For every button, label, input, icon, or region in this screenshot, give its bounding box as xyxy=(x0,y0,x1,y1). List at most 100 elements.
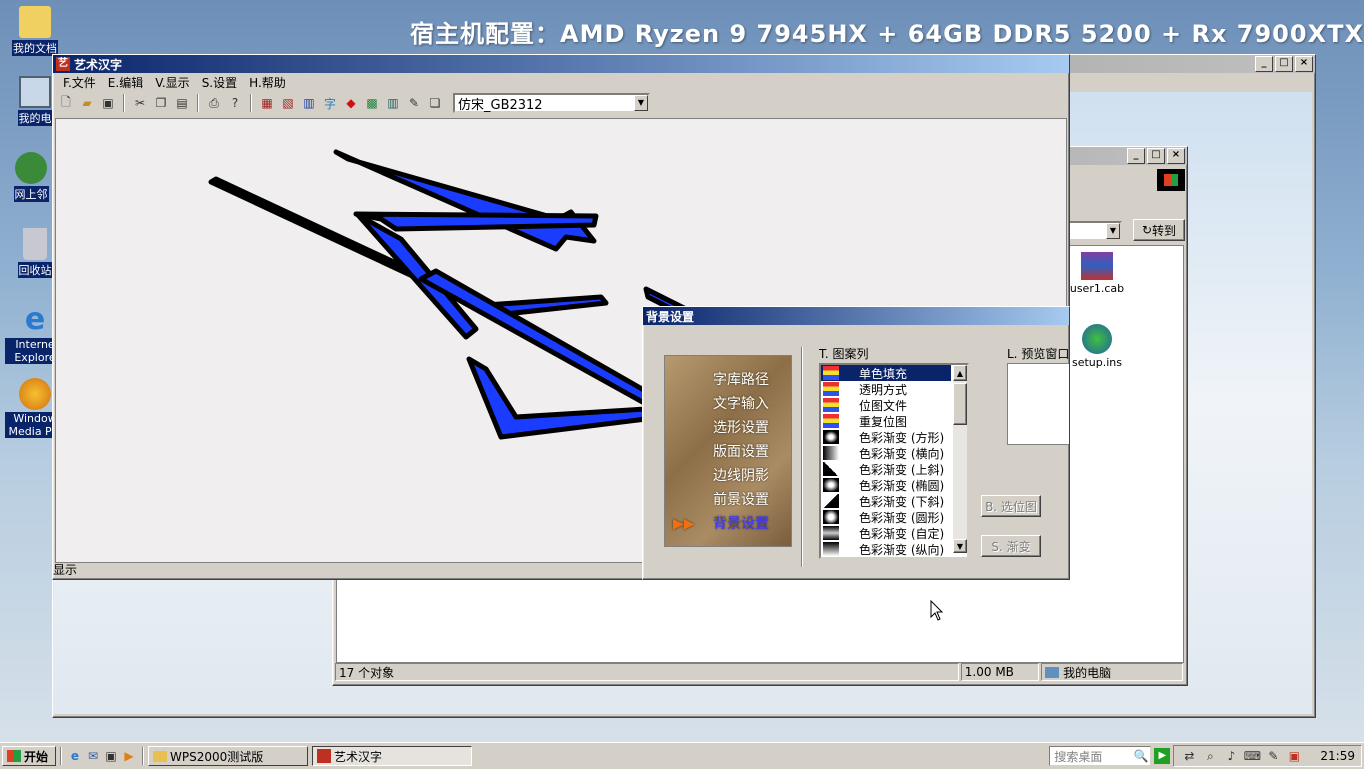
desktop-search-input[interactable]: 搜索桌面 🔍 xyxy=(1049,746,1152,766)
app-titlebar: 艺 艺术汉字 xyxy=(53,55,1069,73)
grid-icon[interactable]: ▩ xyxy=(363,94,381,112)
gradient-button[interactable]: S. 渐变 xyxy=(981,535,1041,557)
desktop-icon-my-documents[interactable]: 我的文档 xyxy=(5,6,65,56)
gradient-circle-icon xyxy=(823,510,839,524)
desktop-quicklaunch-icon[interactable]: ▣ xyxy=(102,747,120,765)
pattern-item[interactable]: 色彩渐变 (横向) xyxy=(821,445,951,461)
preview-window xyxy=(1007,363,1069,445)
pattern-item[interactable]: 色彩渐变 (方形) xyxy=(821,429,951,445)
pattern-item[interactable]: 位图文件 xyxy=(821,397,951,413)
go-button[interactable]: ↻ 转到 xyxy=(1133,219,1185,241)
folder-icon xyxy=(19,6,51,38)
pattern-item[interactable]: 单色填充 xyxy=(821,365,951,381)
pattern-swatch-icon xyxy=(823,382,839,396)
pattern-item[interactable]: 色彩渐变 (上斜) xyxy=(821,461,951,477)
gradient-ellipse-icon xyxy=(823,478,839,492)
explorer-statusbar: 17 个对象 1.00 MB 我的电脑 xyxy=(335,663,1183,681)
outlook-quicklaunch-icon[interactable]: ✉ xyxy=(84,747,102,765)
print-icon[interactable]: ⎙ xyxy=(205,94,223,112)
gradient-down-diagonal-icon xyxy=(823,494,839,508)
setup-icon xyxy=(1082,324,1112,354)
pattern-swatch-icon xyxy=(823,414,839,428)
keyboard-icon[interactable]: ⌨ xyxy=(1243,747,1261,765)
pattern-item[interactable]: 色彩渐变 (下斜) xyxy=(821,493,951,509)
minimize-icon[interactable]: _ xyxy=(1255,56,1273,72)
scroll-up-icon[interactable]: ▲ xyxy=(953,365,967,381)
nav-text-input[interactable]: 文字输入 xyxy=(665,392,791,416)
columns-icon[interactable]: ▥ xyxy=(300,94,318,112)
volume-icon[interactable]: ♪ xyxy=(1222,747,1240,765)
app-statusbar: 显示 xyxy=(53,562,78,577)
pattern-item[interactable]: 色彩渐变 (自定) xyxy=(821,525,951,541)
nav-layout-settings[interactable]: 版面设置 xyxy=(665,440,791,464)
pattern-item[interactable]: 色彩渐变 (椭圆) xyxy=(821,477,951,493)
app-icon: 艺 xyxy=(56,57,70,71)
edit-doc-icon[interactable]: ✎ xyxy=(405,94,423,112)
media-player-icon xyxy=(19,378,51,410)
pattern-swatch-icon xyxy=(823,366,839,380)
gradient-up-diagonal-icon xyxy=(823,462,839,476)
nav-background-settings[interactable]: ▶▶ 背景设置 xyxy=(665,512,791,536)
panel-icon[interactable]: ▥ xyxy=(384,94,402,112)
import-icon[interactable]: ▦ xyxy=(258,94,276,112)
minimize-icon[interactable]: _ xyxy=(1127,148,1145,164)
nav-foreground-settings[interactable]: 前景设置 xyxy=(665,488,791,512)
close-icon[interactable]: × xyxy=(1167,148,1185,164)
menu-view[interactable]: V.显示 xyxy=(149,74,195,91)
pattern-item[interactable]: 透明方式 xyxy=(821,381,951,397)
menu-help[interactable]: H.帮助 xyxy=(243,74,292,91)
task-wps2000[interactable]: WPS2000测试版 xyxy=(148,746,308,766)
search-icon: 🔍 xyxy=(1133,749,1149,763)
nav-border-shadow[interactable]: 边线阴影 xyxy=(665,464,791,488)
menu-file[interactable]: F.文件 xyxy=(57,74,102,91)
pattern-listbox[interactable]: 单色填充 透明方式 位图文件 重复位图 色彩渐变 (方形) 色彩渐变 (横向) … xyxy=(819,363,969,559)
maximize-icon[interactable]: □ xyxy=(1275,56,1293,72)
arrow-right-icon: ▶▶ xyxy=(673,516,695,532)
media-quicklaunch-icon[interactable]: ▶ xyxy=(120,747,138,765)
paste-icon[interactable]: ▤ xyxy=(173,94,191,112)
text-icon[interactable]: 字 xyxy=(321,94,339,112)
clock: 21:59 xyxy=(1320,749,1355,763)
file-item[interactable]: user1.cab xyxy=(1067,252,1127,295)
start-button[interactable]: 开始 xyxy=(2,746,56,766)
maximize-icon[interactable]: □ xyxy=(1147,148,1165,164)
file-item[interactable]: setup.ins xyxy=(1067,324,1127,369)
export-icon[interactable]: ▧ xyxy=(279,94,297,112)
settings-nav-panel: 字库路径 文字输入 选形设置 版面设置 边线阴影 前景设置 ▶▶ 背景设置 xyxy=(664,355,792,547)
network-tray-icon[interactable]: ⇄ xyxy=(1180,747,1198,765)
font-select[interactable]: 仿宋_GB2312 ▼ xyxy=(453,93,650,113)
background-settings-dialog: 背景设置 字库路径 文字输入 选形设置 版面设置 边线阴影 前景设置 ▶▶ 背景… xyxy=(642,306,1070,580)
app-tray-icon[interactable]: ▣ xyxy=(1285,747,1303,765)
open-folder-icon[interactable]: ▰ xyxy=(78,94,96,112)
scroll-down-icon[interactable]: ▼ xyxy=(953,539,967,553)
pattern-item[interactable]: 色彩渐变 (纵向) xyxy=(821,541,951,557)
copy-icon[interactable]: ❐ xyxy=(152,94,170,112)
ie-quicklaunch-icon[interactable]: e xyxy=(66,747,84,765)
search-go-icon[interactable]: ▶ xyxy=(1154,748,1171,764)
save-icon[interactable]: ▣ xyxy=(99,94,117,112)
system-tray: ⇄ ⌕ ♪ ⌨ ✎ ▣ 21:59 xyxy=(1173,745,1362,767)
close-icon[interactable]: × xyxy=(1295,56,1313,72)
cut-icon[interactable]: ✂ xyxy=(131,94,149,112)
nav-shape-settings[interactable]: 选形设置 xyxy=(665,416,791,440)
scroll-thumb[interactable] xyxy=(953,383,967,425)
gradient-square-icon xyxy=(823,430,839,444)
pen-icon[interactable]: ✎ xyxy=(1264,747,1282,765)
nav-font-path[interactable]: 字库路径 xyxy=(665,368,791,392)
menu-edit[interactable]: E.编辑 xyxy=(102,74,149,91)
menu-settings[interactable]: S.设置 xyxy=(196,74,243,91)
chevron-down-icon[interactable]: ▼ xyxy=(634,95,648,111)
help-icon[interactable]: ? xyxy=(226,94,244,112)
search-tray-icon[interactable]: ⌕ xyxy=(1201,747,1219,765)
select-image-button[interactable]: B. 选位图 xyxy=(981,495,1041,517)
new-file-icon[interactable]: 🗋 xyxy=(57,94,75,112)
pattern-item[interactable]: 重复位图 xyxy=(821,413,951,429)
pattern-item[interactable]: 色彩渐变 (圆形) xyxy=(821,509,951,525)
layers-icon[interactable]: ❏ xyxy=(426,94,444,112)
task-art-hanzi[interactable]: 艺术汉字 xyxy=(312,746,472,766)
folder-icon xyxy=(153,750,167,762)
network-icon xyxy=(15,152,47,184)
gradient-vertical-icon xyxy=(823,542,839,556)
pattern-list-scrollbar[interactable]: ▲ ▼ xyxy=(953,365,967,553)
diamond-icon[interactable]: ◆ xyxy=(342,94,360,112)
